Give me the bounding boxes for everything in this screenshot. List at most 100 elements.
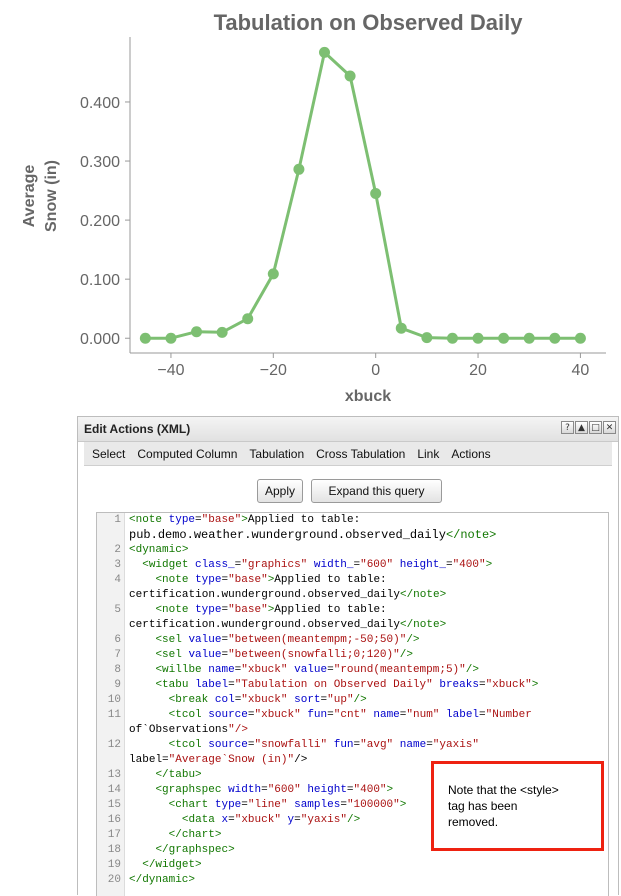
code-line: certification.wunderground.observed_dail… [97,618,608,633]
y-tick-label: 0.100 [80,272,120,289]
line-number: 4 [114,574,121,586]
code-text: <graphspec width="600" height="400"> [155,784,394,796]
code-text: </chart> [168,829,222,841]
code-line: 8 <willbe name="xbuck" value="round(mean… [97,663,608,678]
code-text: </tabu> [155,769,202,781]
menu-bar: Select Computed Column Tabulation Cross … [84,442,612,466]
code-text: <tabu label="Tabulation on Observed Dail… [155,679,539,691]
code-text: </dynamic> [129,874,196,886]
data-point [523,332,535,344]
line-number: 7 [114,649,121,661]
y-tick-label: 0.400 [80,95,120,112]
close-icon[interactable]: ✕ [603,421,616,434]
code-text: pub.demo.weather.wunderground.observed_d… [129,528,497,542]
ticks: 0.000 0.100 0.200 0.300 0.400 −40 −20 0 20 40 [80,95,589,379]
code-text: <note type="base">Applied to table: [155,604,387,616]
code-text: <break col="xbuck" sort="up"/> [168,694,367,706]
data-point [242,313,254,325]
y-tick-label: 0.000 [80,331,120,348]
expand-query-button[interactable]: Expand this query [311,479,442,503]
code-text: <data x="xbuck" y="yaxis"/> [181,814,361,826]
data-point [267,268,279,280]
line-number [97,588,124,603]
code-text: <note type="base">Applied to table: [155,574,387,586]
x-tick-label: 20 [469,362,487,379]
line-number: 18 [107,844,121,856]
x-tick-label: −20 [260,362,287,379]
code-text: certification.wunderground.observed_dail… [129,619,447,631]
menu-item-tabulation[interactable]: Tabulation [249,447,304,461]
data-point [318,46,330,58]
data-point [446,332,458,344]
line-number [97,723,124,738]
x-axis-title: xbuck [345,388,391,405]
line-number: 17 [107,829,121,841]
data-point [498,332,510,344]
code-line: of`Observations"/> [97,723,608,738]
help-icon[interactable]: ? [561,421,574,434]
y-tick-label: 0.200 [80,213,120,230]
series-line [145,50,581,340]
code-line: 6 <sel value="between(meantempm;-50;50)"… [97,633,608,648]
data-point [549,332,561,344]
code-line: certification.wunderground.observed_dail… [97,588,608,603]
code-text: <sel value="between(meantempm;-50;50)"/> [155,634,420,646]
data-point [165,332,177,344]
series [139,46,586,344]
menu-item-actions[interactable]: Actions [451,447,490,461]
line-number: 13 [107,769,121,781]
line-number [97,753,124,768]
code-line: 4 <note type="base">Applied to table: [97,573,608,588]
menu-item-computed-column[interactable]: Computed Column [137,447,237,461]
code-line: 20 </dynamic> [97,873,608,888]
line-number [97,528,124,543]
maximize-icon[interactable]: □ [589,421,602,434]
line-number: 10 [107,694,121,706]
code-line: 2 <dynamic> [97,543,608,558]
code-line: 7 <sel value="between(snowfalli;0;120)"/… [97,648,608,663]
line-number: 14 [107,784,121,796]
code-text: <sel value="between(snowfalli;0;120)"/> [155,649,413,661]
code-text: <chart type="line" samples="100000"> [168,799,407,811]
x-tick-label: −40 [157,362,184,379]
line-number: 3 [114,559,121,571]
apply-button[interactable]: Apply [257,479,303,503]
note-callout: Note that the <style> tag has been remov… [431,761,604,851]
data-point [472,332,484,344]
code-text: <willbe name="xbuck" value="round(meante… [155,664,479,676]
panel-title: Edit Actions (XML) [84,422,191,436]
line-chart: Tabulation on Observed Daily Average Sno… [21,10,606,405]
line-number: 6 [114,634,121,646]
code-line: 3 <widget class_="graphics" width_="600"… [97,558,608,573]
data-point [370,188,382,200]
panel-header[interactable]: Edit Actions (XML) ? ▲ □ ✕ [78,417,618,442]
data-point [216,326,228,338]
data-point [344,70,356,82]
y-axis-title-line2: Snow (in) [43,160,60,232]
x-tick-label: 40 [572,362,590,379]
code-text: of`Observations"/> [129,724,248,736]
code-text: <tcol source="xbuck" fun="cnt" name="num… [168,709,532,721]
code-text: <widget class_="graphics" width_="600" h… [142,559,493,571]
collapse-icon[interactable]: ▲ [575,421,588,434]
code-line: 9 <tabu label="Tabulation on Observed Da… [97,678,608,693]
line-number: 15 [107,799,121,811]
line-number: 11 [107,709,121,721]
chart-title: Tabulation on Observed Daily [214,10,524,35]
line-number: 2 [114,544,121,556]
window-controls: ? ▲ □ ✕ [561,421,616,434]
menu-item-select[interactable]: Select [92,447,125,461]
line-number: 12 [107,739,121,751]
data-point [293,163,305,175]
code-text: </graphspec> [155,844,235,856]
menu-item-cross-tabulation[interactable]: Cross Tabulation [316,447,405,461]
line-number [97,618,124,633]
menu-item-link[interactable]: Link [417,447,439,461]
data-point [421,332,433,344]
line-number: 19 [107,859,121,871]
line-number: 9 [114,679,121,691]
action-buttons: Apply Expand this query [78,479,618,505]
code-line: 11 <tcol source="xbuck" fun="cnt" name="… [97,708,608,723]
y-tick-label: 0.300 [80,154,120,171]
code-text: </widget> [142,859,202,871]
